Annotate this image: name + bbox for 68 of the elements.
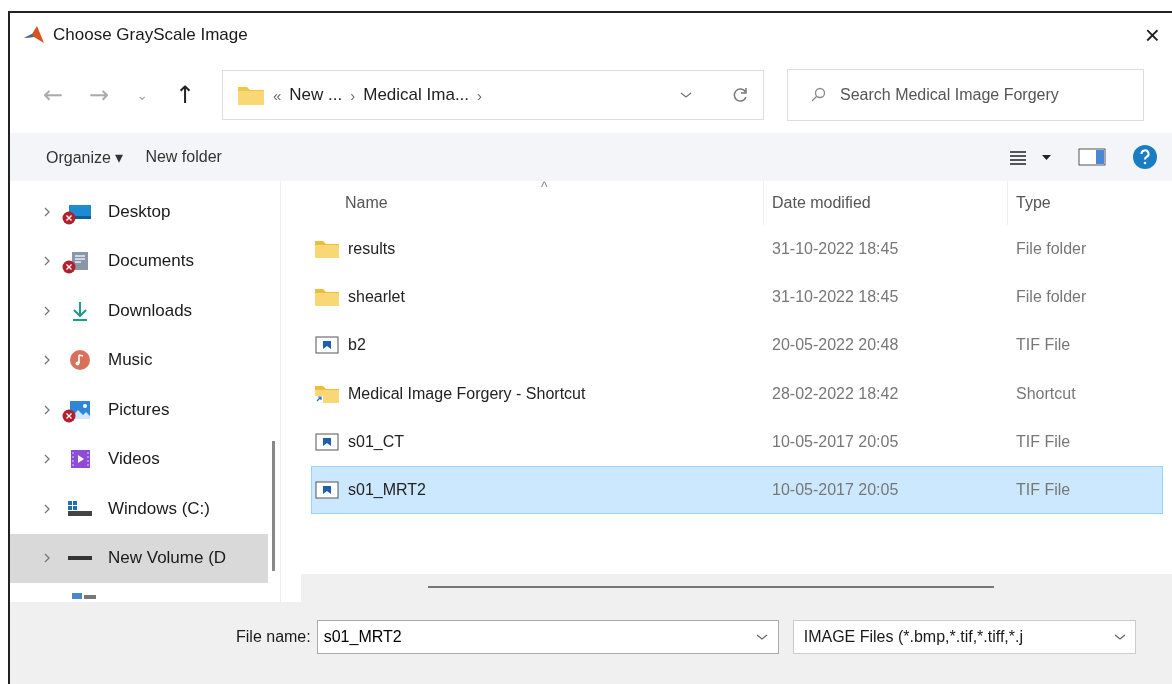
file-row[interactable]: s01_MRT2 10-05-2017 20:05 TIF File: [311, 465, 1163, 515]
type-cell-text: TIF File: [1015, 481, 1072, 500]
breadcrumb-item[interactable]: New ...: [289, 85, 343, 105]
help-icon[interactable]: [1132, 144, 1158, 170]
file-name: s01_MRT2: [348, 481, 426, 500]
type-cell-text: File folder: [1015, 288, 1088, 307]
date-cell-text: 31-10-2022 18:45: [771, 288, 900, 307]
sort-indicator: ^: [541, 179, 548, 195]
breadcrumb-separator: ›: [350, 86, 356, 104]
sidebar-item[interactable]: Windows (C:): [10, 484, 268, 534]
breadcrumb-item[interactable]: Medical Ima...: [363, 85, 470, 105]
sidebar-item[interactable]: New Volume (D: [10, 533, 268, 583]
chevron-down-icon[interactable]: [754, 632, 769, 642]
drive-icon: [68, 556, 92, 561]
up-button[interactable]: ↑: [162, 81, 208, 109]
search-field[interactable]: Search Medical Image Forgery: [787, 69, 1144, 121]
preview-pane-icon[interactable]: [1078, 147, 1106, 167]
file-name: shearlet: [348, 288, 405, 307]
image-file-icon: [314, 430, 340, 453]
type-cell-text: TIF File: [1015, 432, 1072, 451]
file-row[interactable]: Medical Image Forgery - Shortcut 28-02-2022 18:42 Shortcut: [311, 369, 1163, 418]
close-button[interactable]: ×: [1140, 19, 1164, 51]
folder-icon: [314, 286, 340, 309]
breadcrumb-separator: ›: [477, 86, 483, 104]
file-name-label: File name:: [236, 628, 311, 646]
organize-menu[interactable]: Organize ▾: [40, 143, 130, 171]
breadcrumb-overflow[interactable]: «: [273, 86, 282, 104]
date-cell-text: 10-05-2017 20:05: [771, 481, 900, 500]
file-row[interactable]: results 31-10-2022 18:45 File folder: [311, 225, 1163, 274]
address-bar[interactable]: « New ... › Medical Ima... ›: [222, 70, 764, 120]
app-logo-icon: [23, 25, 45, 45]
refresh-icon[interactable]: [731, 86, 749, 104]
file-name-field[interactable]: s01_MRT2: [316, 620, 779, 654]
sidebar-item[interactable]: Music: [10, 335, 268, 385]
sidebar-item[interactable]: Pictures: [10, 385, 268, 435]
window-title: Choose GrayScale Image: [53, 25, 248, 45]
column-header[interactable]: Date modified: [763, 181, 1007, 225]
folder-icon: [314, 238, 340, 261]
type-cell-text: TIF File: [1015, 336, 1072, 355]
column-header[interactable]: Type: [1007, 181, 1157, 225]
file-name: b2: [348, 336, 366, 355]
scrollbar-thumb[interactable]: [272, 441, 275, 571]
file-row[interactable]: b2 20-05-2022 20:48 TIF File: [311, 321, 1163, 370]
date-cell-text: 28-02-2022 18:42: [771, 384, 900, 403]
sidebar-item[interactable]: Desktop: [10, 187, 268, 237]
file-name: s01_CT: [348, 432, 405, 451]
chevron-down-icon: [1112, 632, 1127, 642]
type-cell-text: Shortcut: [1015, 384, 1077, 403]
sidebar-item[interactable]: Videos: [10, 434, 268, 484]
column-header[interactable]: Name ^: [301, 181, 763, 225]
folder-icon: [237, 84, 265, 106]
type-cell-text: File folder: [1015, 240, 1088, 259]
search-icon: [809, 86, 827, 104]
new-folder-button[interactable]: New folder: [139, 144, 228, 170]
image-file-icon: [314, 334, 340, 357]
date-cell-text: 31-10-2022 18:45: [771, 240, 900, 259]
sidebar-item[interactable]: Documents: [10, 236, 268, 286]
date-cell-text: 10-05-2017 20:05: [771, 432, 900, 451]
chevron-down-icon[interactable]: [679, 90, 693, 100]
date-cell-text: 20-05-2022 20:48: [771, 336, 900, 355]
image-file-icon: [314, 479, 340, 502]
sidebar-item[interactable]: Downloads: [10, 286, 268, 336]
file-row[interactable]: shearlet 31-10-2022 18:45 File folder: [311, 273, 1163, 322]
file-row[interactable]: s01_CT 10-05-2017 20:05 TIF File: [311, 417, 1163, 466]
file-type-dropdown[interactable]: IMAGE Files (*.bmp,*.tif,*.tiff,*.j: [792, 620, 1136, 654]
file-name: results: [348, 240, 396, 259]
scrollbar-thumb[interactable]: [428, 586, 994, 588]
file-name: Medical Image Forgery - Shortcut: [348, 384, 586, 403]
